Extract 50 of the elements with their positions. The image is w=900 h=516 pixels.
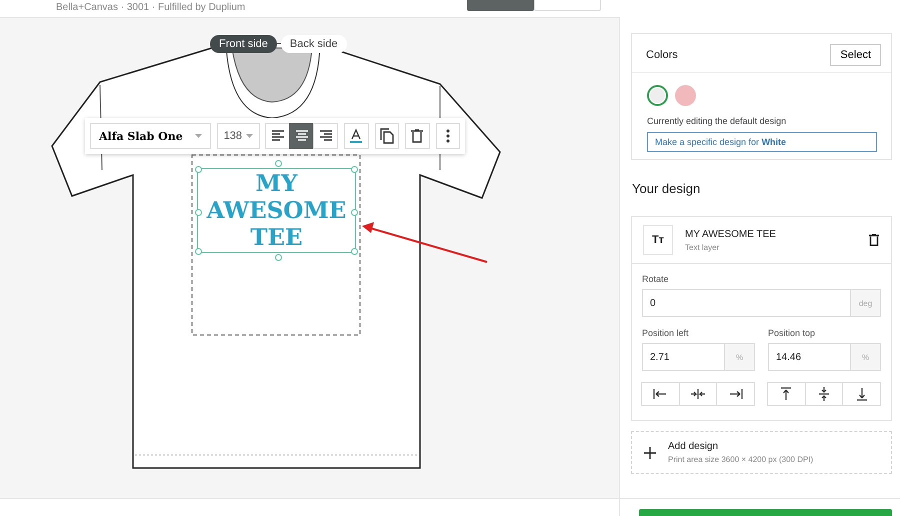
arrow-to-right-icon xyxy=(728,389,743,399)
align-bottom-button[interactable] xyxy=(842,382,882,406)
delete-icon[interactable] xyxy=(869,234,879,246)
field-label: Position left xyxy=(642,328,690,338)
field-label: Rotate xyxy=(642,274,670,284)
duplicate-icon xyxy=(380,128,394,144)
more-icon xyxy=(446,129,450,143)
editing-note: Currently editing the default design xyxy=(647,116,788,126)
font-size-dropdown[interactable]: 138 xyxy=(216,123,260,149)
arrow-to-top-icon xyxy=(781,387,792,401)
side-tab[interactable]: Back side xyxy=(280,35,347,53)
side-tab[interactable]: Front side xyxy=(210,35,277,53)
position-left-field[interactable]: 2.71 % xyxy=(642,343,755,371)
arrow-to-bottom-icon xyxy=(856,387,867,401)
text-color-icon xyxy=(348,128,364,144)
rotate-field[interactable]: 0 deg xyxy=(642,289,881,317)
text-layer-icon: Tт xyxy=(643,225,673,255)
color-swatch[interactable] xyxy=(647,85,668,106)
specific-design-button[interactable]: Make a specific design for White xyxy=(647,132,877,152)
caret-icon xyxy=(246,134,254,138)
arrows-to-middle-icon xyxy=(819,387,829,401)
arrow-to-left-icon xyxy=(653,389,668,399)
more-menu-button[interactable] xyxy=(436,123,460,149)
colors-title: Colors xyxy=(646,49,678,61)
field-label: Position top xyxy=(768,328,816,338)
arrows-to-center-icon xyxy=(690,389,706,399)
layer-type: Text layer xyxy=(685,242,720,252)
add-design-button[interactable]: Add design Print area size 3600 × 4200 px (300 DPI) xyxy=(631,431,892,474)
color-swatch[interactable] xyxy=(675,85,696,106)
align-center-button[interactable] xyxy=(678,382,718,406)
align-center-icon xyxy=(294,130,309,142)
plus-icon xyxy=(644,446,656,458)
product-subtitle: Bella+Canvas · 3001 · Fulfilled by Duplium xyxy=(56,2,246,14)
align-top-button[interactable] xyxy=(767,382,806,406)
select-button[interactable]: Select xyxy=(830,44,881,66)
align-button[interactable] xyxy=(289,123,314,149)
duplicate-button[interactable] xyxy=(374,123,400,149)
text-color-button[interactable] xyxy=(344,123,369,149)
align-left-button[interactable] xyxy=(641,382,680,406)
caret-icon xyxy=(194,134,202,138)
trash-icon xyxy=(411,129,424,143)
layer-name: MY AWESOME TEE xyxy=(685,228,776,240)
align-right-button[interactable] xyxy=(716,382,756,406)
section-heading: Your design xyxy=(632,181,702,196)
delete-button[interactable] xyxy=(405,123,430,149)
align-middle-button[interactable] xyxy=(804,382,844,406)
align-left-icon xyxy=(270,130,285,142)
position-top-field[interactable]: 14.46 % xyxy=(768,343,881,371)
align-right-icon xyxy=(318,130,333,142)
font-dropdown[interactable]: Alfa Slab One xyxy=(90,123,211,149)
